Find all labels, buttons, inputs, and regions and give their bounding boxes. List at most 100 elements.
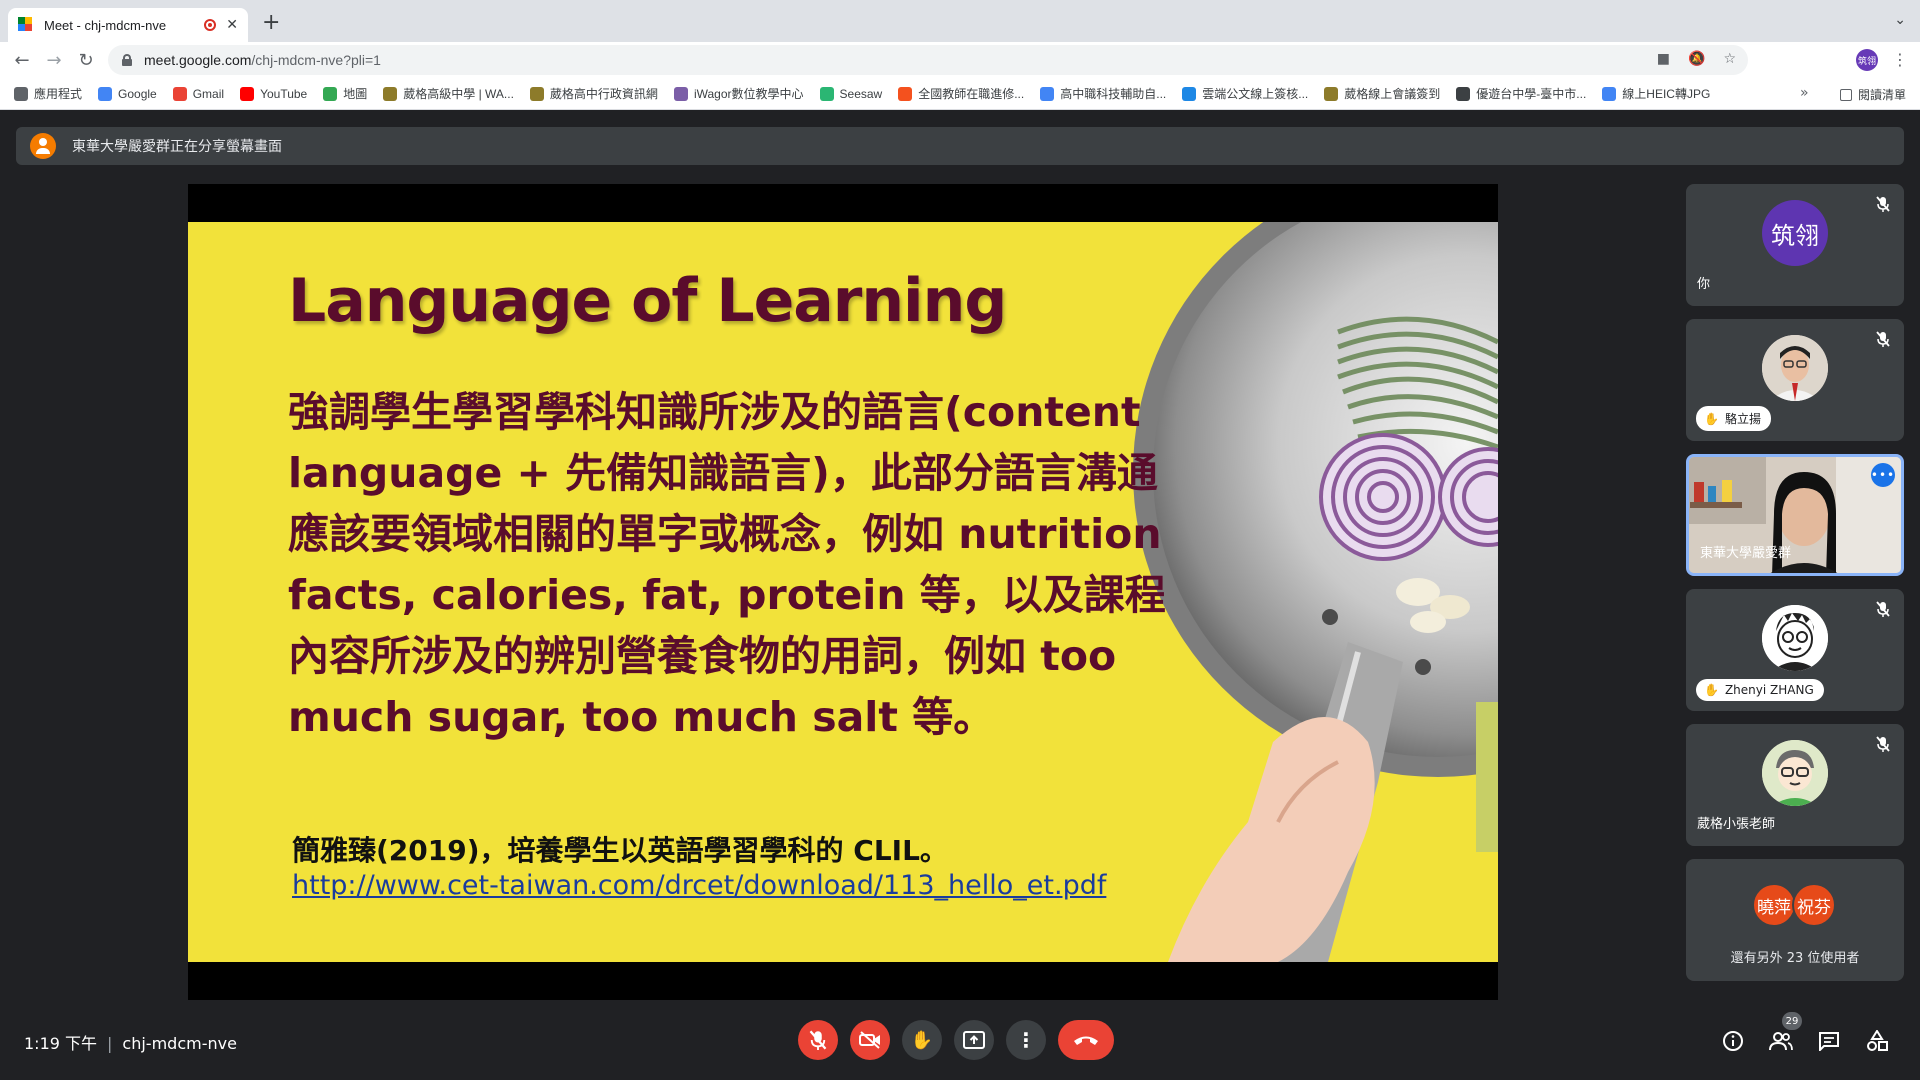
- teacher-icon: [898, 86, 913, 101]
- tab-close-icon[interactable]: ✕: [226, 17, 238, 33]
- avatar: 曉萍: [1752, 883, 1796, 927]
- bookmark-item[interactable]: 優遊台中學-臺中市...: [1456, 85, 1586, 102]
- bookmark-item[interactable]: 葳格高級中學 | WA...: [383, 85, 514, 102]
- bookmark-item[interactable]: Google: [98, 86, 157, 101]
- presenter-avatar-icon: [30, 133, 56, 159]
- screen-share-banner: 東華大學嚴愛群正在分享螢幕畫面: [16, 127, 1904, 165]
- info-icon: [1723, 1031, 1743, 1051]
- bookmarks-bar: 應用程式 Google Gmail YouTube 地圖 葳格高級中學 | WA... 葳格…: [0, 78, 1920, 110]
- profile-avatar[interactable]: 筑翎: [1856, 49, 1878, 71]
- participant-tile-teacher[interactable]: 葳格小張老師: [1686, 724, 1904, 846]
- school-crest-icon: [1324, 86, 1339, 101]
- participant-name-chip: ✋ Zhenyi ZHANG: [1696, 679, 1824, 701]
- avatar: [1762, 605, 1828, 671]
- other-participants-count: 還有另外 23 位使用者: [1730, 951, 1860, 966]
- reading-list-button[interactable]: 閱讀清單: [1839, 86, 1906, 103]
- participant-name: 駱立揚: [1724, 412, 1761, 426]
- activities-shapes-icon: [1867, 1030, 1888, 1051]
- current-time: 1:19 下午: [24, 1034, 98, 1053]
- bookmark-item[interactable]: 全國教師在職進修...: [898, 85, 1024, 102]
- bookmark-item[interactable]: 葳格線上會議簽到: [1324, 85, 1440, 102]
- raised-hand-icon: ✋: [1704, 683, 1719, 697]
- hand-icon: ✋: [910, 1029, 934, 1051]
- mic-off-icon: [1876, 331, 1890, 347]
- bookmark-label: Seesaw: [839, 86, 883, 101]
- more-options-icon[interactable]: •••: [1871, 463, 1895, 487]
- tab-search-chevron-icon[interactable]: ⌄: [1894, 12, 1906, 28]
- screen-share-text: 東華大學嚴愛群正在分享螢幕畫面: [72, 139, 282, 155]
- presented-slide: Language of Learning 強調學生學習學科知識所涉及的語言(co…: [188, 222, 1498, 962]
- mic-toggle-button[interactable]: [798, 1020, 838, 1060]
- bookmark-item[interactable]: 雲端公文線上簽核...: [1182, 85, 1308, 102]
- reading-list-label: 閱讀清單: [1857, 88, 1906, 102]
- chat-icon: [1819, 1032, 1839, 1051]
- participant-tile-presenter[interactable]: ••• 東華大學嚴愛群: [1686, 454, 1904, 576]
- avatar: 祝芬: [1792, 883, 1836, 927]
- camera-toggle-button[interactable]: [850, 1020, 890, 1060]
- end-call-icon: [1074, 1036, 1098, 1045]
- chrome-menu-icon[interactable]: ⋮: [1892, 50, 1908, 69]
- activities-button[interactable]: [1864, 1028, 1890, 1054]
- people-button[interactable]: [1768, 1028, 1794, 1054]
- forward-arrow-icon[interactable]: →: [38, 50, 70, 71]
- participant-name: Zhenyi ZHANG: [1724, 683, 1814, 697]
- doc-icon: [1040, 86, 1055, 101]
- browser-toolbar: ← → ↻ meet.google.com/chj-mdcm-nve?pli=1…: [0, 42, 1920, 78]
- bookmark-item[interactable]: Gmail: [172, 86, 224, 101]
- present-now-button[interactable]: [954, 1020, 994, 1060]
- globe-icon: [1456, 86, 1471, 101]
- raise-hand-button[interactable]: ✋: [902, 1020, 942, 1060]
- cartoon-avatar-icon: [1762, 605, 1828, 671]
- bookmarks-overflow-icon[interactable]: »: [1800, 85, 1809, 101]
- meeting-details-button[interactable]: [1720, 1028, 1746, 1054]
- reload-icon[interactable]: ↻: [70, 50, 102, 71]
- raised-hand-icon: ✋: [1704, 411, 1719, 426]
- notifications-blocked-icon[interactable]: 🔕: [1688, 51, 1705, 67]
- apps-grid-icon: [14, 86, 28, 101]
- participant-tile-self[interactable]: 筑翎 你: [1686, 184, 1904, 306]
- bookmark-item[interactable]: 線上HEIC轉JPG: [1602, 85, 1710, 102]
- slide-body-text: 強調學生學習學科知識所涉及的語言(content language + 先備知識…: [288, 388, 1166, 741]
- avatar: [1762, 740, 1828, 806]
- browser-tab-meet[interactable]: Meet - chj-mdcm-nve ✕: [8, 8, 248, 42]
- bookmark-item[interactable]: YouTube: [240, 86, 308, 101]
- address-bar[interactable]: meet.google.com/chj-mdcm-nve?pli=1 ■ 🔕 ☆: [108, 45, 1748, 75]
- slide-citation: 簡雅臻(2019)，培養學生以英語學習學科的 CLIL。: [292, 834, 948, 867]
- camera-in-use-icon[interactable]: ■: [1657, 51, 1670, 67]
- bookmark-item[interactable]: Seesaw: [819, 86, 883, 101]
- bookmark-label: YouTube: [260, 86, 308, 101]
- image-convert-icon: [1602, 86, 1617, 101]
- people-count-badge: 29: [1782, 1012, 1802, 1030]
- slide-title: Language of Learning: [288, 266, 1007, 336]
- slide-reference-link: http://www.cet-taiwan.com/drcet/download…: [292, 870, 1107, 901]
- seesaw-icon: [819, 86, 834, 101]
- bookmark-label: 線上HEIC轉JPG: [1622, 87, 1711, 101]
- people-icon: [1769, 1032, 1793, 1051]
- other-participants-tile[interactable]: 曉萍 祝芬 還有另外 23 位使用者: [1686, 859, 1904, 981]
- school-crest-icon: [529, 86, 544, 101]
- participant-name: 你: [1697, 277, 1711, 292]
- more-options-button[interactable]: ⋮: [1006, 1020, 1046, 1060]
- bookmark-star-icon[interactable]: ☆: [1723, 51, 1736, 67]
- mic-off-icon: [1876, 601, 1890, 617]
- presentation-stage[interactable]: Language of Learning 強調學生學習學科知識所涉及的語言(co…: [188, 184, 1498, 1000]
- participant-name: 葳格小張老師: [1697, 817, 1776, 832]
- new-tab-plus-icon[interactable]: +: [262, 12, 280, 34]
- bookmark-item[interactable]: iWagor數位教學中心: [673, 85, 804, 102]
- youtube-icon: [240, 86, 255, 101]
- participant-name-chip: ✋ 駱立揚: [1696, 406, 1771, 431]
- back-arrow-icon[interactable]: ←: [6, 50, 38, 71]
- lock-icon[interactable]: [122, 54, 132, 66]
- mic-off-icon: [1876, 736, 1890, 752]
- chat-button[interactable]: [1816, 1028, 1842, 1054]
- bookmark-label: 葳格高中行政資訊網: [549, 87, 658, 101]
- bookmark-item[interactable]: 葳格高中行政資訊網: [529, 85, 658, 102]
- bookmark-label: 優遊台中學-臺中市...: [1476, 87, 1587, 101]
- participant-tile-zhang[interactable]: ✋ Zhenyi ZHANG: [1686, 589, 1904, 711]
- bookmark-item[interactable]: 地圖: [323, 85, 367, 102]
- avatar: 筑翎: [1762, 200, 1828, 266]
- participant-tile-luo[interactable]: ✋ 駱立揚: [1686, 319, 1904, 441]
- leave-call-button[interactable]: [1058, 1020, 1114, 1060]
- bookmark-item[interactable]: 高中職科技輔助自...: [1040, 85, 1166, 102]
- bookmark-item[interactable]: 應用程式: [14, 85, 82, 102]
